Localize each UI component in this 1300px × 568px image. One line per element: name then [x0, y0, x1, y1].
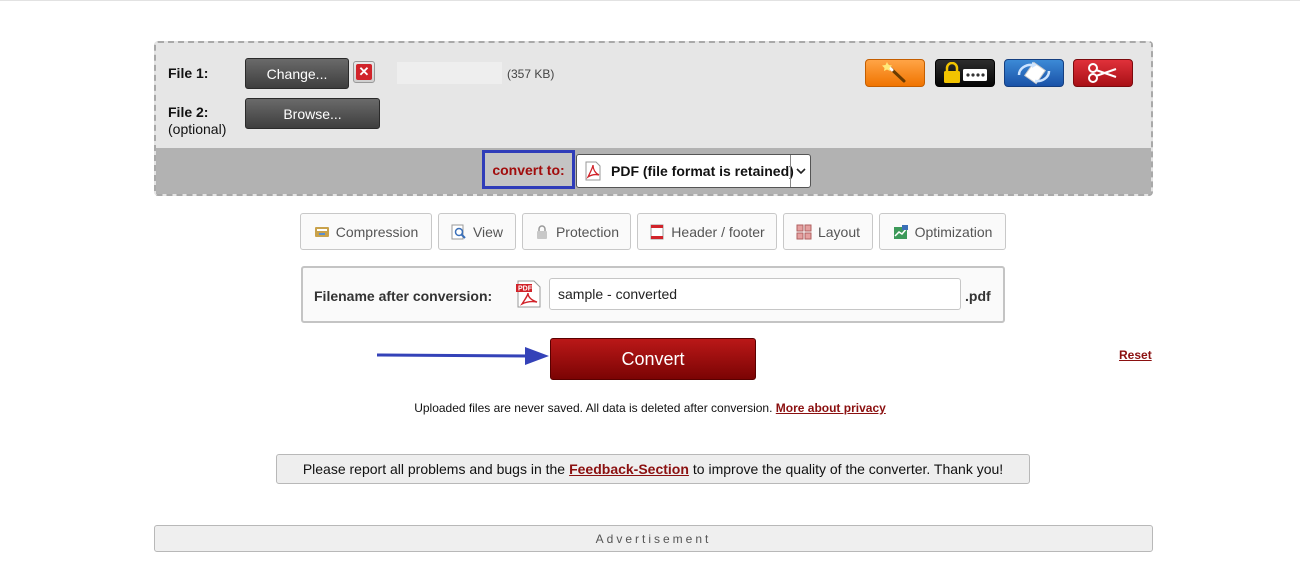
- file2-optional-label: (optional): [168, 121, 227, 137]
- header-footer-icon: [650, 224, 664, 239]
- password-tool-button[interactable]: [935, 59, 995, 87]
- scissors-icon: [1088, 63, 1117, 83]
- format-select-value: PDF (file format is retained): [611, 163, 794, 179]
- password-lock-icon: [944, 62, 987, 83]
- pdf-icon: [585, 161, 601, 181]
- change-file-button[interactable]: Change...: [245, 58, 349, 89]
- convert-to-label: convert to:: [482, 150, 575, 189]
- file-size: (357 KB): [507, 67, 555, 81]
- filename-label: Filename after conversion:: [314, 288, 493, 304]
- svg-text:PDF: PDF: [518, 286, 533, 293]
- tab-protection-label: Protection: [555, 223, 620, 240]
- tab-protection[interactable]: Protection: [522, 213, 631, 250]
- arrow-right-icon: [377, 347, 549, 365]
- privacy-text: Uploaded files are never saved. All data…: [414, 401, 773, 415]
- advertisement-bar: Advertisement: [154, 525, 1153, 552]
- feedback-text-before: Please report all problems and bugs in t…: [302, 461, 566, 477]
- filename-extension: .pdf: [965, 288, 991, 304]
- browse-file-button[interactable]: Browse...: [245, 98, 380, 129]
- pdf-file-icon: PDF: [516, 280, 541, 308]
- tab-compression[interactable]: Compression: [300, 213, 432, 250]
- tab-header-footer-label: Header / footer: [671, 223, 765, 240]
- file-section: File 1: Change... ✕ (357 KB) File 2: (op…: [156, 43, 1151, 148]
- filename-input[interactable]: [549, 278, 961, 310]
- reset-link[interactable]: Reset: [1119, 348, 1152, 362]
- tab-layout-label: Layout: [817, 223, 861, 240]
- split-tool-button[interactable]: [1073, 59, 1133, 87]
- tab-layout[interactable]: Layout: [783, 213, 873, 250]
- tab-view-label: View: [472, 223, 504, 240]
- view-icon: [451, 224, 466, 239]
- tab-view[interactable]: View: [438, 213, 516, 250]
- rotate-page-icon: [1017, 61, 1051, 85]
- tab-compression-label: Compression: [335, 223, 419, 240]
- feedback-text-after: to improve the quality of the converter.…: [692, 461, 1004, 477]
- privacy-notice: Uploaded files are never saved. All data…: [0, 401, 1300, 415]
- tab-header-footer[interactable]: Header / footer: [637, 213, 777, 250]
- layout-icon: [796, 224, 812, 239]
- tab-optimization-label: Optimization: [914, 223, 993, 240]
- magic-wand-icon: [882, 62, 906, 83]
- privacy-link[interactable]: More about privacy: [776, 401, 886, 415]
- filename-panel: Filename after conversion: PDF .pdf: [301, 266, 1005, 323]
- convert-button[interactable]: Convert: [550, 338, 756, 380]
- format-select[interactable]: PDF (file format is retained): [576, 154, 811, 188]
- chevron-down-icon: [790, 155, 810, 187]
- close-icon: ✕: [356, 64, 372, 80]
- feedback-box: Please report all problems and bugs in t…: [276, 454, 1030, 484]
- optimization-icon: [893, 224, 908, 239]
- rotate-tool-button[interactable]: [1004, 59, 1064, 87]
- remove-file-button[interactable]: ✕: [353, 61, 375, 83]
- feedback-link[interactable]: Feedback-Section: [569, 461, 689, 477]
- tab-optimization[interactable]: Optimization: [879, 213, 1006, 250]
- protection-icon: [536, 224, 547, 239]
- file2-label: File 2:: [168, 104, 209, 120]
- magic-tool-button[interactable]: [865, 59, 925, 87]
- compression-icon: [314, 226, 329, 237]
- uploaded-filename-box: [397, 62, 502, 84]
- top-divider: [0, 0, 1300, 1]
- file1-label: File 1:: [168, 65, 209, 81]
- upload-panel: File 1: Change... ✕ (357 KB) File 2: (op…: [154, 41, 1153, 196]
